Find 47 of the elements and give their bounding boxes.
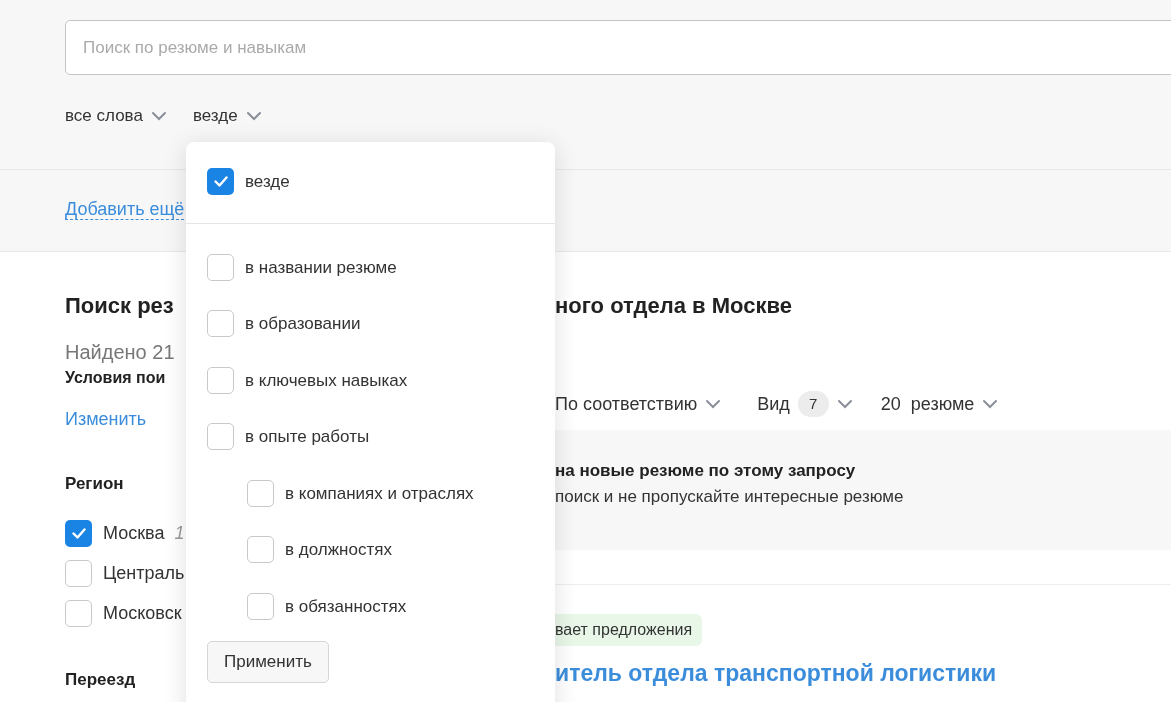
checkbox[interactable] [247, 592, 274, 620]
checkbox[interactable] [247, 479, 274, 507]
status-badge: вает предложения [555, 614, 703, 646]
option-label[interactable]: в ключевых навыках [245, 367, 408, 393]
section-title: Регион [65, 473, 124, 495]
option-label[interactable]: в обязанностях [285, 593, 407, 619]
option-label[interactable]: в компаниях и отраслях [285, 480, 474, 506]
chevron-down-icon [245, 110, 262, 121]
checkbox[interactable] [65, 559, 92, 587]
region-label[interactable]: Московск [103, 599, 182, 627]
checkbox[interactable] [207, 423, 234, 451]
chevron-down-icon [836, 399, 853, 409]
view-dropdown[interactable]: Вид 7 [757, 390, 853, 418]
checkbox[interactable] [247, 536, 274, 564]
region-count: 1 [174, 521, 185, 545]
filter-dropdown[interactable]: везде [192, 103, 262, 129]
sort-dropdown[interactable]: По соответствию [555, 390, 722, 418]
option-label[interactable]: в опыте работы [245, 424, 370, 450]
checkbox[interactable] [65, 599, 92, 627]
region-label[interactable]: Централь [103, 559, 185, 587]
checkmark-icon [213, 176, 228, 187]
region-label[interactable]: Москва [103, 519, 165, 547]
search-field[interactable]: Поиск по резюме и навыкам [65, 20, 1171, 75]
checkbox[interactable] [207, 168, 234, 195]
checkbox[interactable] [207, 366, 234, 394]
chevron-down-icon [705, 399, 722, 409]
option-label[interactable]: в названии резюме [245, 254, 397, 280]
subscribe-title: на новые резюме по этому запросу [555, 460, 857, 482]
page-title: Поиск рез [65, 292, 175, 320]
results-count: Найдено 21 [65, 340, 175, 364]
checkbox[interactable] [207, 253, 234, 281]
subscribe-text: поиск и не пропускайте интересные резюме [555, 486, 905, 508]
option-label[interactable]: везде [245, 168, 290, 195]
checkmark-icon [71, 527, 86, 539]
page-title: ного отдела в Москве [555, 292, 793, 320]
checkbox[interactable] [65, 519, 92, 547]
filter-dropdown[interactable]: все слова [65, 103, 167, 129]
conditions-label: Условия пои [65, 368, 166, 388]
per-page-dropdown[interactable]: 20 резюме [880, 390, 999, 418]
chevron-down-icon [982, 399, 999, 409]
option-label[interactable]: в образовании [245, 311, 361, 337]
section-title: Переезд [65, 668, 136, 691]
chevron-down-icon [150, 110, 167, 121]
option-label[interactable]: в должностях [285, 537, 392, 563]
view-count-badge: 7 [797, 391, 829, 417]
checkbox[interactable] [207, 310, 234, 338]
apply-button[interactable]: Применить [207, 640, 329, 683]
